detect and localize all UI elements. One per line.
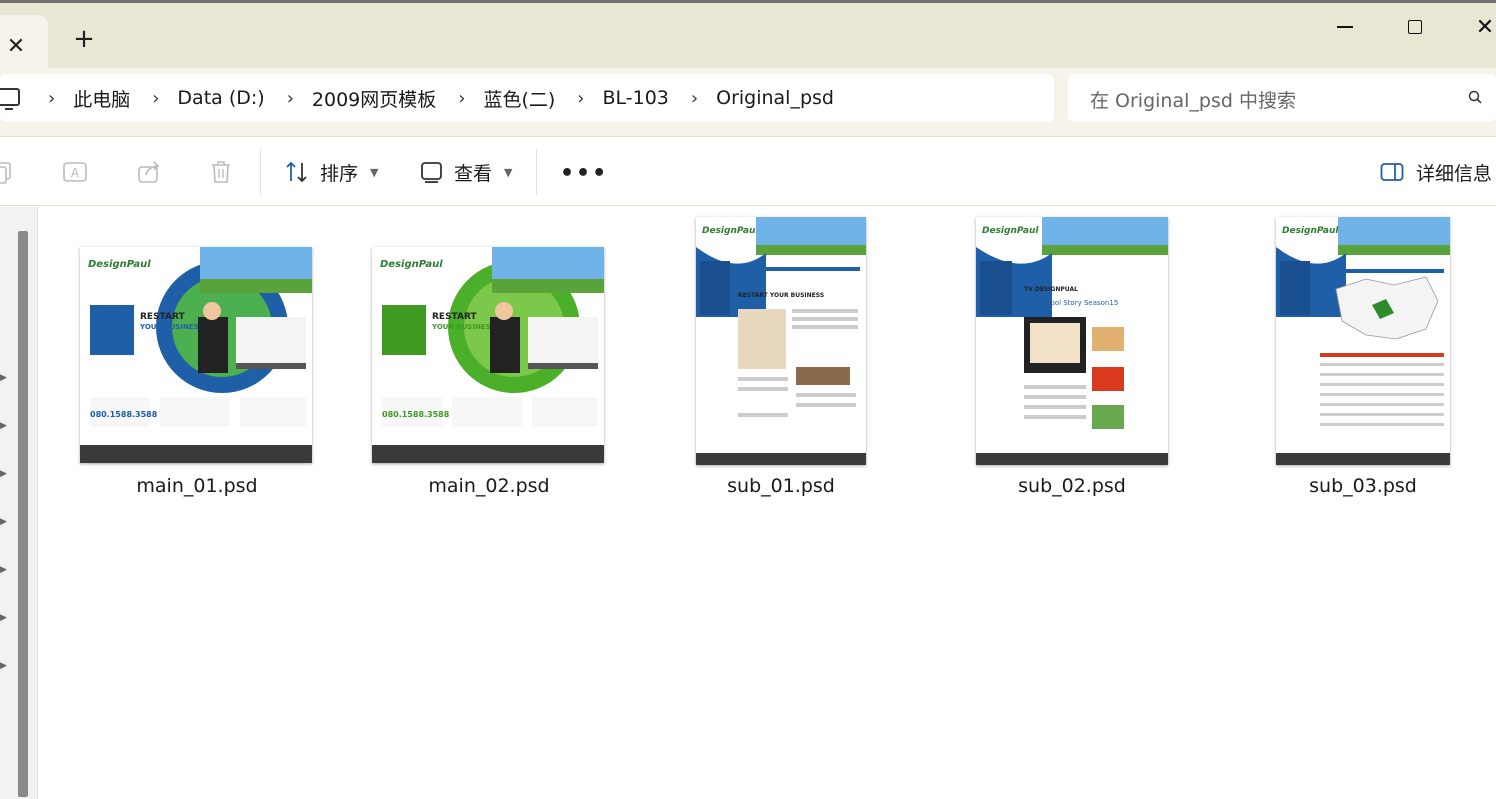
copy-icon[interactable] — [0, 159, 18, 185]
svg-text:YOUR BUSINESS: YOUR BUSINESS — [139, 323, 203, 331]
svg-text:080.1588.3588: 080.1588.3588 — [90, 410, 158, 419]
chevron-right-icon: › — [152, 87, 160, 109]
address-row: › 此电脑 › Data (D:) › 2009网页模板 › 蓝色(二) › B… — [0, 68, 1496, 136]
delete-icon[interactable] — [208, 159, 234, 185]
breadcrumb-item[interactable]: Data (D:) — [177, 87, 264, 109]
file-thumbnail: DesignPaul RESTART YOUR BUSINESS — [696, 217, 866, 465]
details-pane-icon — [1380, 163, 1404, 181]
breadcrumb[interactable]: › 此电脑 › Data (D:) › 2009网页模板 › 蓝色(二) › B… — [0, 74, 1054, 122]
svg-text:DesignPaul: DesignPaul — [88, 259, 151, 270]
svg-text:DesignPaul: DesignPaul — [702, 226, 759, 236]
chevron-right-icon: › — [458, 87, 466, 109]
breadcrumb-item[interactable]: 此电脑 — [73, 85, 130, 112]
computer-icon — [0, 88, 20, 110]
sort-button[interactable]: 排序 ▼ — [284, 155, 378, 189]
svg-text:DesignPaul: DesignPaul — [1282, 226, 1339, 236]
file-thumbnail: DesignPaul TV DESIGNPUAL Life is cool St… — [976, 217, 1168, 465]
chevron-right-icon: › — [690, 87, 699, 109]
chevron-right-icon[interactable]: ▶ — [0, 469, 8, 479]
breadcrumb-item[interactable]: 蓝色(二) — [483, 85, 555, 112]
toolbar-divider — [536, 149, 537, 195]
svg-text:080.1588.3588: 080.1588.3588 — [382, 410, 450, 419]
svg-text:DesignPaul: DesignPaul — [982, 226, 1039, 236]
file-name[interactable]: main_01.psd — [47, 475, 347, 497]
chevron-right-icon[interactable]: ▶ — [0, 613, 8, 623]
chevron-right-icon[interactable]: ▶ — [0, 373, 8, 383]
scrollbar-thumb[interactable] — [18, 231, 28, 797]
svg-text:A: A — [71, 166, 80, 180]
file-name[interactable]: main_02.psd — [339, 475, 639, 497]
navigation-pane[interactable]: ▶ ▶ ▶ ▶ ▶ ▶ ▶ — [0, 207, 38, 799]
svg-text:RESTART YOUR BUSINESS: RESTART YOUR BUSINESS — [738, 292, 824, 299]
file-name[interactable]: sub_01.psd — [631, 475, 931, 497]
maximize-icon — [1408, 20, 1422, 34]
svg-text:RESTART: RESTART — [432, 312, 477, 322]
chevron-right-icon: › — [577, 87, 585, 109]
chevron-right-icon[interactable]: ▶ — [0, 517, 8, 527]
chevron-down-icon: ▼ — [504, 165, 513, 179]
details-label: 详细信息 — [1416, 162, 1493, 185]
file-thumbnail: DesignPaul RESTART YOUR BUSINESS 080.158… — [372, 247, 604, 463]
search-input[interactable]: 在 Original_psd 中搜索 — [1068, 74, 1496, 122]
chevron-right-icon[interactable]: ▶ — [0, 421, 8, 431]
breadcrumb-items: › 此电脑 › Data (D:) › 2009网页模板 › 蓝色(二) › B… — [48, 74, 856, 122]
share-icon[interactable] — [136, 159, 162, 185]
chevron-right-icon[interactable]: ▶ — [0, 661, 8, 671]
maximize-button[interactable] — [1392, 11, 1438, 43]
file-name[interactable]: sub_03.psd — [1213, 475, 1496, 497]
title-bar: ✕ + ✕ — [0, 0, 1496, 71]
svg-text:YOUR BUSINESS: YOUR BUSINESS — [431, 323, 495, 331]
view-label: 查看 — [454, 162, 493, 185]
rename-icon[interactable]: A — [62, 159, 88, 185]
chevron-right-icon[interactable]: ▶ — [0, 565, 8, 575]
svg-text:Life is cool Story Season15: Life is cool Story Season15 — [1024, 299, 1118, 307]
close-icon[interactable]: ✕ — [4, 35, 28, 59]
chevron-down-icon: ▼ — [370, 165, 379, 179]
view-button[interactable]: 查看 ▼ — [420, 155, 512, 189]
toolbar-divider — [260, 149, 261, 195]
search-icon[interactable] — [1468, 90, 1482, 104]
sort-icon — [286, 161, 307, 183]
minimize-icon — [1337, 26, 1353, 28]
command-bar: A 排序 ▼ 查看 ▼ ••• 详细信息 — [0, 136, 1496, 206]
details-pane-button[interactable]: 详细信息 — [1380, 155, 1492, 189]
minimize-button[interactable] — [1322, 11, 1368, 43]
chevron-right-icon: › — [48, 87, 56, 109]
new-tab-button[interactable]: + — [70, 25, 98, 53]
more-options-button[interactable]: ••• — [560, 161, 608, 186]
file-thumbnail: DesignPaul RESTART YOUR BUSINESS 080.158… — [80, 247, 312, 463]
svg-text:DesignPaul: DesignPaul — [380, 259, 443, 270]
file-list: DesignPaul RESTART YOUR BUSINESS 080.158… — [38, 207, 1496, 799]
breadcrumb-item-current[interactable]: Original_psd — [716, 87, 834, 109]
breadcrumb-item[interactable]: 2009网页模板 — [312, 85, 436, 112]
active-tab[interactable]: ✕ — [0, 15, 48, 71]
close-window-button[interactable]: ✕ — [1462, 11, 1496, 43]
svg-text:TV DESIGNPUAL: TV DESIGNPUAL — [1024, 286, 1078, 293]
sort-label: 排序 — [320, 162, 359, 185]
breadcrumb-item[interactable]: BL-103 — [602, 87, 668, 109]
file-thumbnail: DesignPaul — [1276, 217, 1450, 465]
chevron-right-icon: › — [286, 87, 294, 109]
view-icon — [421, 162, 442, 183]
file-name[interactable]: sub_02.psd — [922, 475, 1222, 497]
svg-text:RESTART: RESTART — [140, 312, 185, 322]
search-placeholder: 在 Original_psd 中搜索 — [1090, 90, 1296, 112]
